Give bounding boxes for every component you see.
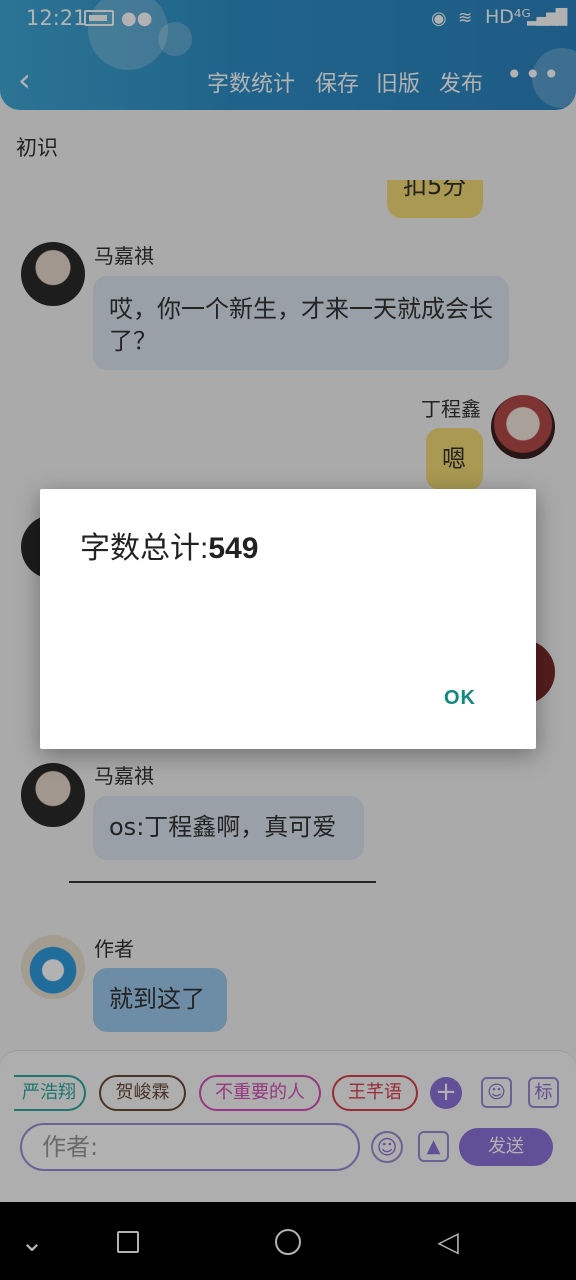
word-count-label: 字数总计: (80, 532, 209, 565)
word-count-dialog: 字数总计:549 OK (40, 489, 536, 749)
word-count-value: 549 (208, 532, 259, 565)
ok-button[interactable]: OK (444, 687, 504, 715)
dialog-message: 字数总计:549 (80, 523, 258, 567)
